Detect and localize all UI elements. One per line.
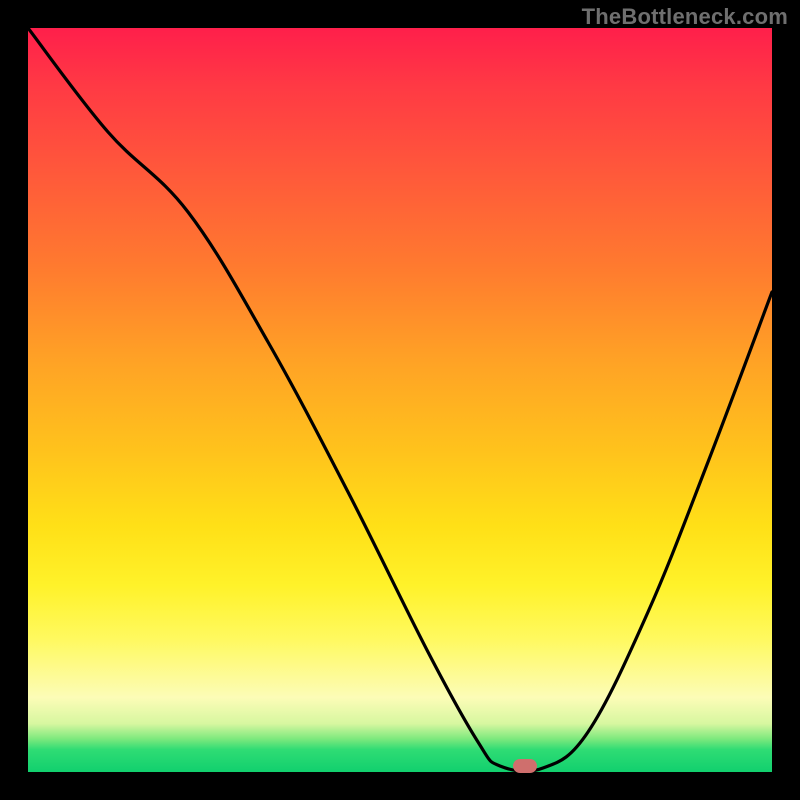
bottleneck-curve — [28, 28, 772, 772]
watermark-text: TheBottleneck.com — [582, 4, 788, 30]
curve-path — [28, 28, 772, 771]
chart-frame: TheBottleneck.com — [0, 0, 800, 800]
optimal-marker — [513, 759, 537, 773]
plot-area — [28, 28, 772, 772]
